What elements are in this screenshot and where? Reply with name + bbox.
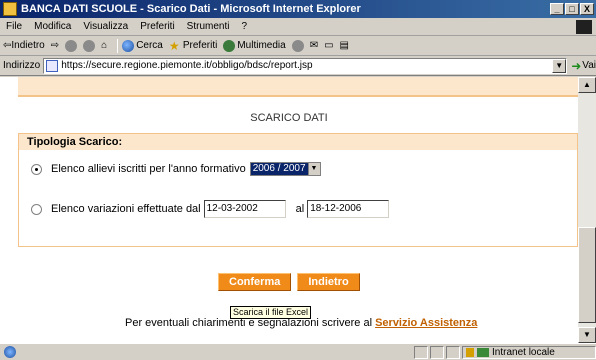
scroll-thumb[interactable] [578,227,596,323]
section-title: SCARICO DATI [250,112,328,124]
page-status-icon [4,346,16,358]
year-select-value: 2006 / 2007 [250,163,308,175]
history-toolbar-button[interactable] [291,39,304,52]
menu-file[interactable]: File [0,21,28,32]
option-variazioni-row: Elenco variazioni effettuate dal 12-03-2… [31,200,390,218]
address-url: https://secure.regione.piemonte.it/obbli… [61,60,313,71]
forward-toolbar-button[interactable]: ⇨ [51,40,59,51]
status-panel [414,345,428,359]
address-bar: Indirizzo https://secure.regione.piemont… [0,56,596,76]
option-allievi-row: Elenco allievi iscritti per l'anno forma… [31,162,321,176]
ie-app-icon [3,2,17,16]
windows-logo-icon [576,19,592,34]
title-bar: BANCA DATI SCUOLE - Scarico Dati - Micro… [0,0,596,18]
history-icon [291,39,304,52]
status-panels: Intranet locale [414,345,596,359]
vertical-scrollbar[interactable]: ▲ ▼ [578,77,596,343]
address-label: Indirizzo [3,60,41,71]
tipologia-heading: Tipologia Scarico: [19,134,577,150]
option-allievi-label: Elenco allievi iscritti per l'anno forma… [51,163,246,175]
minimize-button[interactable]: _ [550,3,564,15]
radio-variazioni[interactable] [31,203,42,215]
window-controls: _ □ X [549,3,594,15]
forward-arrow-icon: ⇨ [50,40,60,51]
header-strip [18,77,578,97]
page-icon [46,59,59,72]
menu-strumenti[interactable]: Strumenti [181,21,236,32]
tipologia-panel: Tipologia Scarico: Elenco allievi iscrit… [18,133,578,247]
menu-bar: File Modifica Visualizza Preferiti Strum… [0,18,596,36]
print-icon: ▭ [324,40,334,51]
go-arrow-icon: ➜ [571,58,582,73]
multimedia-toolbar-button[interactable]: Multimedia [223,39,286,52]
multimedia-icon [223,39,236,52]
address-input[interactable]: https://secure.regione.piemonte.it/obbli… [43,57,568,74]
home-toolbar-button[interactable]: ⌂ [101,40,107,51]
refresh-icon [83,39,96,52]
go-button[interactable]: ➜ Vai [571,59,596,73]
window-title: BANCA DATI SCUOLE - Scarico Dati - Micro… [21,3,361,15]
search-icon [122,39,135,52]
lock-icon [466,347,474,357]
menu-help[interactable]: ? [235,21,253,32]
maximize-button[interactable]: □ [565,3,579,15]
status-panel [446,345,460,359]
date-to-input[interactable]: 18-12-2006 [307,200,390,218]
back-arrow-icon: ⇦ [3,40,12,51]
search-toolbar-button[interactable]: Cerca [122,39,163,52]
status-bar: Intranet locale [0,343,596,360]
edit-toolbar-button[interactable]: ▤ [340,40,349,51]
favorites-toolbar-button[interactable]: ★ Preferiti [169,40,217,52]
page-viewport: SCARICO DATI Tipologia Scarico: Elenco a… [0,77,578,343]
home-icon: ⌂ [101,40,108,51]
download-tooltip: Scarica il file Excel [230,306,312,319]
security-zone: Intranet locale [462,345,596,359]
year-select[interactable]: 2006 / 2007 ▼ [249,162,321,176]
scroll-down-button[interactable]: ▼ [578,327,596,343]
menu-modifica[interactable]: Modifica [28,21,77,32]
edit-icon: ▤ [339,40,349,51]
date-from-input[interactable]: 12-03-2002 [203,200,286,218]
chevron-down-icon: ▼ [307,163,320,175]
toolbar: ⇦ Indietro ⇨ ⌂ Cerca ★ Preferiti Multime… [0,36,596,56]
radio-allievi[interactable] [31,163,42,175]
close-button[interactable]: X [580,3,594,15]
refresh-toolbar-button[interactable] [83,39,96,52]
intranet-icon [477,347,489,357]
mail-toolbar-button[interactable]: ✉ [310,40,318,51]
zone-label: Intranet locale [492,346,555,358]
mail-icon: ✉ [309,40,319,51]
favorites-icon: ★ [168,38,180,53]
toolbar-separator [117,38,119,53]
date-to-label: al [295,203,305,215]
scroll-up-button[interactable]: ▲ [578,77,596,93]
back-toolbar-button[interactable]: ⇦ Indietro [3,40,45,51]
servizio-assistenza-link[interactable]: Servizio Assistenza [375,317,477,329]
confirm-button[interactable]: Conferma [218,273,292,291]
stop-icon [65,39,78,52]
menu-preferiti[interactable]: Preferiti [134,21,180,32]
action-buttons: Conferma Indietro [218,273,366,291]
option-variazioni-label: Elenco variazioni effettuate dal [51,203,201,215]
stop-toolbar-button[interactable] [65,39,78,52]
status-panel [430,345,444,359]
back-button[interactable]: Indietro [297,273,360,291]
print-toolbar-button[interactable]: ▭ [324,40,333,51]
menu-visualizza[interactable]: Visualizza [77,21,134,32]
address-dropdown-button[interactable]: ▼ [552,58,567,73]
